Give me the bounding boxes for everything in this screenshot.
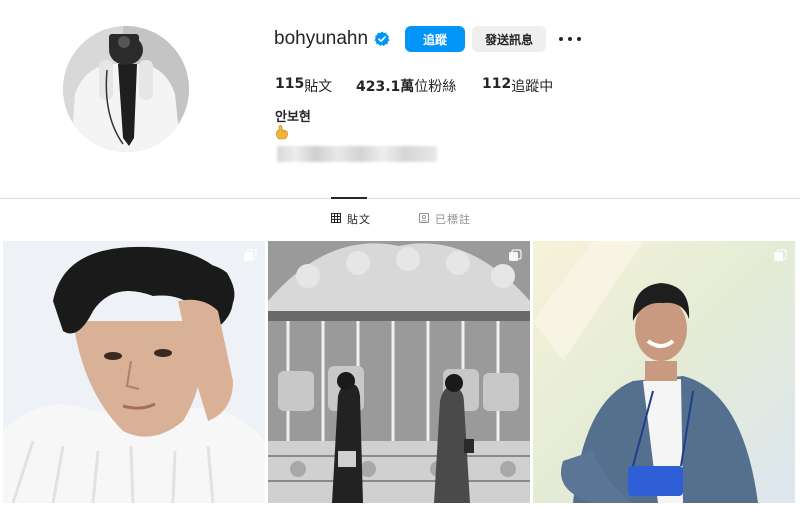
tag-portrait-icon [419,212,429,226]
following-label: 追蹤中 [511,79,554,95]
tab-tagged[interactable]: 已標註 [419,211,471,227]
post-tile[interactable] [3,241,265,503]
post-photo [533,241,795,503]
followers-count-stat[interactable]: 423.1萬 位粉絲 [356,76,456,96]
followers-label: 位粉絲 [414,79,457,95]
following-count-stat[interactable]: 112 追蹤中 [482,76,553,96]
profile-username: bohyunahn [274,28,369,49]
post-photo [3,241,265,503]
posts-count-stat: 115 貼文 [275,76,332,96]
post-tile[interactable] [268,241,530,503]
message-button[interactable]: 發送訊息 [472,26,546,52]
multi-photo-icon [244,249,257,261]
tab-posts-label: 貼文 [347,213,371,226]
multi-photo-icon [509,249,522,261]
post-photo [268,241,530,503]
follow-button[interactable]: 追蹤 [405,26,465,52]
posts-count: 115 [275,76,305,92]
profile-avatar[interactable] [63,26,189,152]
hand-emoji-icon [275,124,289,140]
tab-tagged-label: 已標註 [435,213,471,226]
tabs-divider [0,198,800,199]
blurred-bio-link[interactable] [277,146,437,162]
followers-count: 423.1萬 [356,79,415,95]
following-count: 112 [482,76,512,92]
more-options-icon[interactable] [559,30,581,48]
active-tab-indicator [331,197,367,199]
tab-posts[interactable]: 貼文 [331,211,371,227]
avatar-photo [63,26,189,152]
profile-full-name: 안보현 [275,110,311,125]
grid-icon [331,212,341,226]
post-tile[interactable] [533,241,795,503]
posts-label: 貼文 [304,79,333,95]
profile-username-row: bohyunahn [274,28,390,50]
multi-photo-icon [774,249,787,261]
verified-badge-icon [374,31,390,47]
